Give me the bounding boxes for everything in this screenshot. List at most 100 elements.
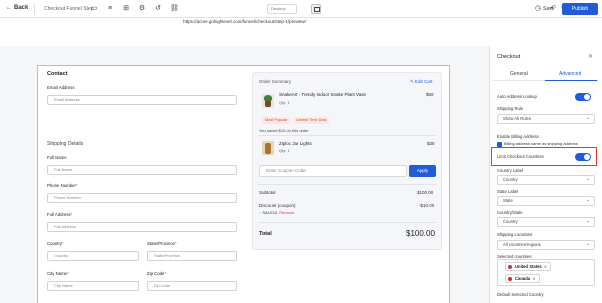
savings-text: You saved $15 on this order (259, 128, 309, 133)
tab-general[interactable]: General (510, 71, 528, 77)
default-country-label: Default Selected Country (497, 292, 544, 297)
edit-cart-link[interactable]: ✎ Edit Cart (410, 79, 433, 85)
viewport-select[interactable]: Desktop (267, 4, 297, 14)
remove-coupon-link[interactable]: Remove (279, 210, 294, 215)
required-marker: * (164, 271, 167, 276)
desktop-icon[interactable]: ▭ (90, 5, 98, 13)
us-flag-icon (508, 265, 512, 269)
full-name-field[interactable]: Full Name (47, 165, 237, 175)
shipping-locations-label: Shipping Locations (497, 232, 533, 237)
limit-countries-toggle[interactable] (575, 153, 591, 161)
limit-countries-label: Limit Checkout Countries (497, 154, 544, 159)
required-marker: * (62, 241, 64, 246)
breadcrumb[interactable]: Checkout Funnel Step (44, 6, 93, 12)
shipping-rule-select[interactable]: Show All Rules (497, 114, 595, 124)
country-chip[interactable]: United States ✕ (505, 262, 552, 271)
edit-cart-label: Edit Cart (415, 79, 433, 84)
publish-button[interactable]: Publish (562, 3, 598, 15)
auto-address-label: Auto Address Lookup (497, 94, 537, 99)
country-label: Country* (47, 241, 64, 246)
plant-icon (262, 94, 274, 108)
publish-label: Publish (571, 6, 589, 12)
country-label-select[interactable]: Country (497, 175, 595, 185)
order-summary-title: Order Summary (259, 79, 292, 84)
close-icon[interactable]: ✕ (588, 53, 593, 60)
subtotal-value: $100.00 (417, 190, 434, 195)
tab-advanced[interactable]: Advanced (559, 71, 581, 77)
coupon-code: SALE10 (262, 210, 278, 215)
required-marker: * (70, 212, 73, 217)
state-label-text: State/Province (147, 241, 175, 246)
device-toggle-icon[interactable] (311, 4, 321, 14)
close-icon[interactable]: ✕ (532, 276, 536, 281)
summary-divider (258, 222, 436, 223)
history-icon[interactable]: ↺ (154, 5, 162, 13)
layers-icon[interactable]: ≡ (106, 5, 114, 13)
country-state-select[interactable]: Country (497, 217, 595, 227)
tab-active-indicator (545, 80, 597, 81)
required-marker: * (174, 241, 177, 246)
phone-field[interactable]: Phone Number (47, 193, 237, 203)
shipping-heading: Shipping Details (47, 141, 84, 147)
badge-most-popular: Most Popular (262, 117, 291, 124)
tag-icon: ◌ (259, 210, 262, 215)
shipping-locations-select[interactable]: All countries/regions (497, 240, 595, 250)
country-chip-label: United States (515, 264, 542, 269)
top-toolbar: ← Back Checkout Funnel Step ▭ ≡ ⊞ ⚙ ↺ ⛓ D… (0, 0, 602, 18)
address-field[interactable]: Full Address (47, 222, 237, 232)
phone-label: Phone Number* (47, 183, 78, 188)
close-icon[interactable]: ✕ (544, 264, 548, 269)
canada-flag-icon (508, 277, 512, 281)
summary-divider (258, 135, 436, 136)
save-button[interactable]: Save (543, 6, 554, 12)
zip-field[interactable]: Zip Code (147, 281, 237, 291)
toolbar-divider (34, 4, 35, 14)
back-button[interactable]: ← Back (6, 5, 28, 11)
zip-label-text: Zip Code (147, 271, 165, 276)
city-field[interactable]: City Name (47, 281, 139, 291)
country-state-setting: Country/State (497, 210, 523, 215)
country-chip-label: Canada (515, 276, 531, 281)
total-value: $100.00 (406, 229, 435, 238)
zip-label: Zip Code* (147, 271, 166, 276)
email-label: Email Address (47, 85, 75, 90)
preview-url[interactable]: https://acme.gohighlevel.com/funnel/chec… (0, 19, 489, 24)
state-select[interactable]: State/Province (147, 251, 237, 261)
arrow-left-icon: ← (6, 5, 12, 11)
panel-title: Checkout (497, 54, 521, 60)
grid-icon[interactable]: ⊞ (122, 5, 130, 13)
shipping-rule-label: Shipping Rule (497, 106, 524, 111)
country-label-setting: Country Label (497, 168, 524, 173)
billing-address-label: Enable Billing Address (497, 134, 539, 139)
country-select[interactable]: Country (47, 251, 139, 261)
product-price: $38 (427, 141, 435, 146)
phone-label-text: Phone Number (47, 183, 76, 188)
product-price: $59 (426, 92, 434, 97)
email-field[interactable]: Email Address (47, 95, 237, 105)
discount-label: Discount (coupon) (259, 203, 296, 208)
back-label: Back (14, 5, 29, 11)
jar-icon (262, 141, 274, 155)
summary-divider (258, 184, 436, 185)
applied-coupon: ◌ SALE10 Remove (259, 210, 294, 215)
country-chip[interactable]: Canada ✕ (505, 274, 540, 283)
product-name: SnakeArt - Trendy Indoor Snake Plant Vas… (279, 92, 366, 97)
state-label: State/Province* (147, 241, 177, 246)
city-label-text: City Name (47, 271, 68, 276)
auto-address-toggle[interactable] (575, 93, 591, 101)
discount-value: -$10.00 (419, 203, 435, 208)
link-icon[interactable]: ⛓ (170, 5, 179, 13)
required-marker: * (75, 183, 78, 188)
address-label: Full Address* (47, 212, 72, 217)
settings-icon[interactable]: ⚙ (138, 5, 146, 13)
badge-limited-deal: Limited Time Deal (293, 117, 330, 124)
full-name-label-text: Full Name (47, 155, 67, 160)
state-label-select[interactable]: State (497, 196, 595, 206)
coupon-input[interactable]: Enter Coupon Code (259, 165, 407, 177)
full-name-label: Full Name (47, 155, 67, 160)
clock-icon[interactable]: ◷ (534, 5, 542, 13)
apply-coupon-button[interactable]: Apply (409, 165, 436, 177)
city-label: City Name* (47, 271, 69, 276)
total-label: Total (259, 231, 272, 237)
contact-heading: Contact (47, 71, 68, 77)
